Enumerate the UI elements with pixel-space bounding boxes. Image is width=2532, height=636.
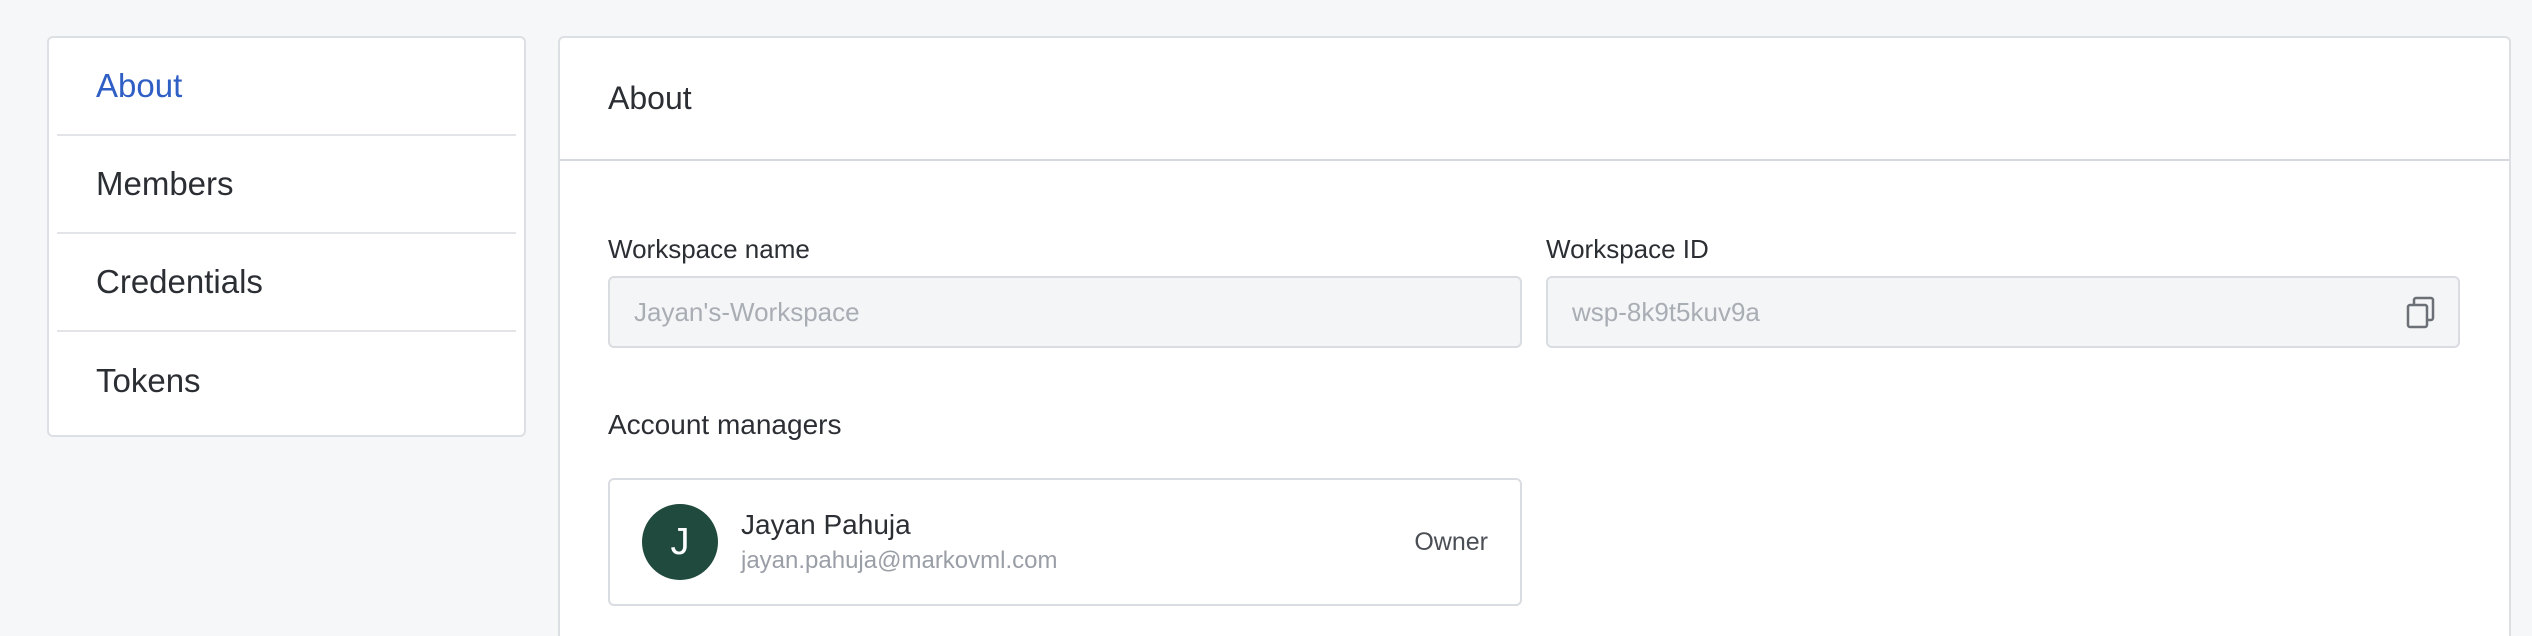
- workspace-id-input[interactable]: wsp-8k9t5kuv9a: [1546, 276, 2460, 348]
- copy-icon[interactable]: [2404, 295, 2438, 329]
- sidebar-item-label: Members: [96, 165, 234, 202]
- workspace-id-value: wsp-8k9t5kuv9a: [1572, 296, 1760, 327]
- manager-info: Jayan Pahuja jayan.pahuja@markovml.com: [741, 509, 1058, 575]
- manager-name: Jayan Pahuja: [741, 509, 911, 540]
- page: About Members Credentials Tokens About W…: [0, 0, 2532, 636]
- settings-sidebar: About Members Credentials Tokens: [47, 36, 526, 437]
- sidebar-item-label: About: [96, 67, 183, 104]
- sidebar-item-label: Credentials: [96, 263, 263, 300]
- sidebar-item-credentials[interactable]: Credentials: [57, 234, 516, 332]
- sidebar-item-about[interactable]: About: [57, 38, 516, 136]
- workspace-id-label: Workspace ID: [1546, 234, 1709, 264]
- workspace-name-label: Workspace name: [608, 234, 810, 264]
- page-title: About: [608, 80, 692, 116]
- about-panel: About Workspace name Jayan's-Workspace W…: [558, 36, 2511, 636]
- avatar: J: [642, 504, 718, 580]
- workspace-name-input[interactable]: Jayan's-Workspace: [608, 276, 1522, 348]
- workspace-fields: Workspace name Jayan's-Workspace Workspa…: [608, 234, 2460, 348]
- manager-email: jayan.pahuja@markovml.com: [741, 547, 1058, 574]
- sidebar-item-label: Tokens: [96, 362, 201, 399]
- sidebar-item-members[interactable]: Members: [57, 136, 516, 234]
- account-managers-heading: Account managers: [608, 409, 842, 440]
- role-badge: Owner: [1414, 527, 1488, 556]
- workspace-id-field: Workspace ID wsp-8k9t5kuv9a: [1546, 234, 2460, 348]
- sidebar-item-tokens[interactable]: Tokens: [57, 332, 516, 430]
- panel-header: About: [560, 38, 2509, 161]
- account-manager-card: J Jayan Pahuja jayan.pahuja@markovml.com…: [608, 478, 1522, 606]
- workspace-name-value: Jayan's-Workspace: [634, 296, 860, 327]
- workspace-name-field: Workspace name Jayan's-Workspace: [608, 234, 1522, 348]
